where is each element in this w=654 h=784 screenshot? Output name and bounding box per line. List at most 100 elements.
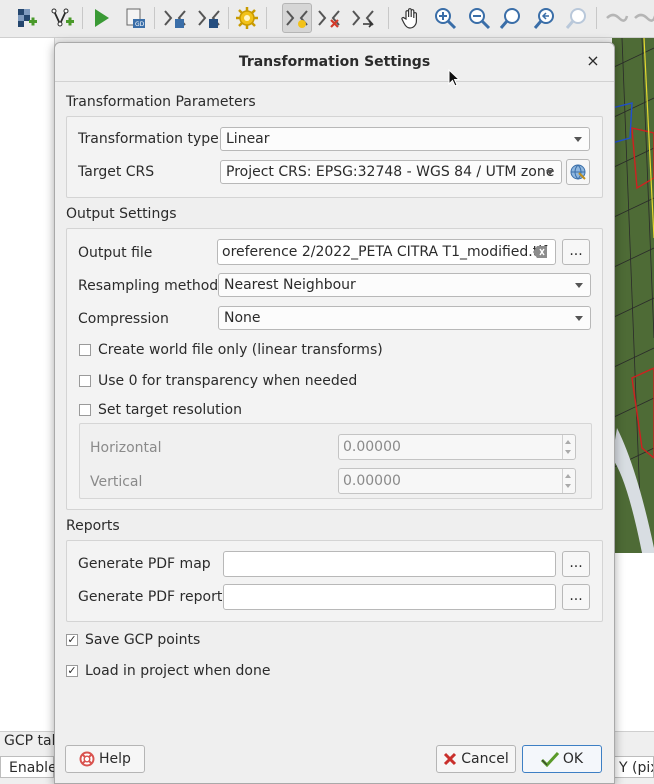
pdf-map-input[interactable] bbox=[223, 551, 556, 577]
generate-script-icon[interactable]: GD bbox=[122, 5, 148, 31]
vertical-spinbox[interactable]: 0.00000 bbox=[338, 468, 576, 494]
target-crs-select[interactable]: Project CRS: EPSG:32748 - WGS 84 / UTM z… bbox=[220, 160, 562, 184]
ok-icon bbox=[540, 751, 559, 767]
help-button[interactable]: Help bbox=[65, 745, 145, 773]
pdf-map-browse-button[interactable]: ... bbox=[562, 551, 590, 577]
save-gcp-checkbox[interactable]: ✓ bbox=[66, 634, 78, 646]
spin-up-icon[interactable] bbox=[565, 474, 571, 478]
load-in-project-checkbox[interactable]: ✓ bbox=[66, 665, 78, 677]
target-crs-value: Project CRS: EPSG:32748 - WGS 84 / UTM z… bbox=[226, 164, 555, 180]
output-settings-group: Output file oreference 2/2022_PETA CITRA… bbox=[66, 228, 603, 510]
transparency-checkbox-row[interactable]: Use 0 for transparency when needed bbox=[79, 373, 357, 389]
load-gcp-icon[interactable] bbox=[162, 5, 188, 31]
vertical-value: 0.00000 bbox=[343, 473, 401, 489]
chevron-down-icon bbox=[546, 170, 554, 175]
ok-button[interactable]: OK bbox=[522, 745, 602, 773]
gcp-y-pixel-header[interactable]: Y (pixe bbox=[612, 756, 654, 778]
horizontal-label: Horizontal bbox=[90, 440, 162, 456]
horizontal-spinbox[interactable]: 0.00000 bbox=[338, 434, 576, 460]
compression-select[interactable]: None bbox=[218, 306, 591, 330]
output-file-input[interactable]: oreference 2/2022_PETA CITRA T1_modified… bbox=[217, 239, 556, 265]
vertical-label: Vertical bbox=[90, 474, 143, 490]
toolbar-separator bbox=[266, 7, 267, 29]
target-resolution-label: Set target resolution bbox=[98, 402, 242, 418]
transformation-type-label: Transformation type bbox=[78, 131, 219, 147]
map-canvas-blank bbox=[612, 553, 654, 731]
output-file-value: oreference 2/2022_PETA CITRA T1_modified… bbox=[222, 244, 548, 260]
target-crs-label: Target CRS bbox=[78, 164, 155, 180]
dialog-titlebar[interactable]: Transformation Settings × bbox=[55, 43, 614, 82]
cancel-label: Cancel bbox=[461, 751, 509, 767]
zoom-to-layer-icon[interactable] bbox=[498, 5, 524, 31]
zoom-last-icon[interactable] bbox=[532, 5, 558, 31]
toolbar-separator bbox=[388, 7, 389, 29]
spin-down-icon[interactable] bbox=[565, 484, 571, 488]
svg-text:GD: GD bbox=[135, 21, 145, 28]
cancel-button[interactable]: Cancel bbox=[436, 745, 516, 773]
save-gcp-checkbox-row[interactable]: ✓ Save GCP points bbox=[66, 632, 200, 648]
spin-divider bbox=[562, 469, 563, 493]
link-georeferencer-icon[interactable] bbox=[604, 5, 630, 31]
globe-icon bbox=[570, 164, 586, 180]
save-gcp-label: Save GCP points bbox=[85, 632, 201, 648]
map-canvas[interactable] bbox=[612, 38, 654, 553]
move-gcp-icon[interactable] bbox=[350, 5, 376, 31]
save-gcp-icon[interactable] bbox=[196, 5, 222, 31]
resampling-method-value: Nearest Neighbour bbox=[224, 277, 356, 293]
transformation-type-select[interactable]: Linear bbox=[220, 127, 590, 151]
spin-up-icon[interactable] bbox=[565, 440, 571, 444]
pdf-report-browse-button[interactable]: ... bbox=[562, 584, 590, 610]
spin-down-icon[interactable] bbox=[565, 450, 571, 454]
start-georeferencing-icon[interactable] bbox=[88, 5, 114, 31]
zoom-in-icon[interactable] bbox=[432, 5, 458, 31]
clear-icon[interactable] bbox=[533, 245, 548, 259]
pan-icon[interactable] bbox=[398, 5, 424, 31]
target-resolution-checkbox[interactable] bbox=[79, 404, 91, 416]
delete-point-icon[interactable] bbox=[316, 5, 342, 31]
zoom-next-icon[interactable] bbox=[564, 5, 590, 31]
world-file-checkbox-row[interactable]: Create world file only (linear transform… bbox=[79, 342, 383, 358]
resampling-method-select[interactable]: Nearest Neighbour bbox=[218, 273, 591, 297]
mouse-cursor-icon bbox=[448, 68, 461, 87]
transparency-checkbox[interactable] bbox=[79, 375, 91, 387]
load-in-project-checkbox-row[interactable]: ✓ Load in project when done bbox=[66, 663, 271, 679]
toolbar-separator bbox=[596, 7, 597, 29]
pdf-map-label: Generate PDF map bbox=[78, 556, 211, 572]
transparency-label: Use 0 for transparency when needed bbox=[98, 373, 358, 389]
dialog-title: Transformation Settings bbox=[238, 54, 431, 70]
reports-group: Generate PDF map ... Generate PDF report… bbox=[66, 540, 603, 622]
close-icon[interactable]: × bbox=[584, 52, 602, 70]
add-point-icon[interactable] bbox=[282, 3, 312, 33]
resampling-method-label: Resampling method bbox=[78, 278, 219, 294]
world-file-label: Create world file only (linear transform… bbox=[98, 342, 383, 358]
help-icon bbox=[79, 751, 95, 767]
cancel-icon bbox=[444, 752, 457, 766]
add-raster-icon[interactable] bbox=[14, 5, 40, 31]
transformation-parameters-title: Transformation Parameters bbox=[66, 94, 256, 110]
horizontal-value: 0.00000 bbox=[343, 439, 401, 455]
chevron-down-icon bbox=[574, 137, 582, 142]
ok-label: OK bbox=[562, 751, 584, 767]
gcp-table-title: GCP tab bbox=[4, 733, 61, 749]
zoom-out-icon[interactable] bbox=[466, 5, 492, 31]
output-file-browse-button[interactable]: ... bbox=[562, 239, 590, 265]
gcp-enable-header[interactable]: Enable bbox=[0, 756, 57, 778]
pdf-report-input[interactable] bbox=[223, 584, 556, 610]
compression-label: Compression bbox=[78, 311, 169, 327]
main-toolbar: GD bbox=[0, 0, 654, 38]
link-qgis-icon[interactable] bbox=[632, 5, 654, 31]
select-crs-button[interactable] bbox=[566, 159, 590, 185]
world-file-checkbox[interactable] bbox=[79, 344, 91, 356]
compression-value: None bbox=[224, 310, 261, 326]
reports-title: Reports bbox=[66, 518, 120, 534]
toolbar-separator bbox=[154, 7, 155, 29]
transformation-parameters-group: Transformation type Linear Target CRS Pr… bbox=[66, 116, 603, 198]
pdf-report-label: Generate PDF report bbox=[78, 589, 223, 605]
transformation-settings-icon[interactable] bbox=[234, 5, 260, 31]
toolbar-separator bbox=[228, 7, 229, 29]
output-file-label: Output file bbox=[78, 245, 153, 261]
target-resolution-checkbox-row[interactable]: Set target resolution bbox=[79, 402, 242, 418]
map-image bbox=[612, 38, 654, 553]
georeferencer-canvas[interactable] bbox=[0, 38, 55, 731]
add-vector-icon[interactable] bbox=[50, 5, 76, 31]
